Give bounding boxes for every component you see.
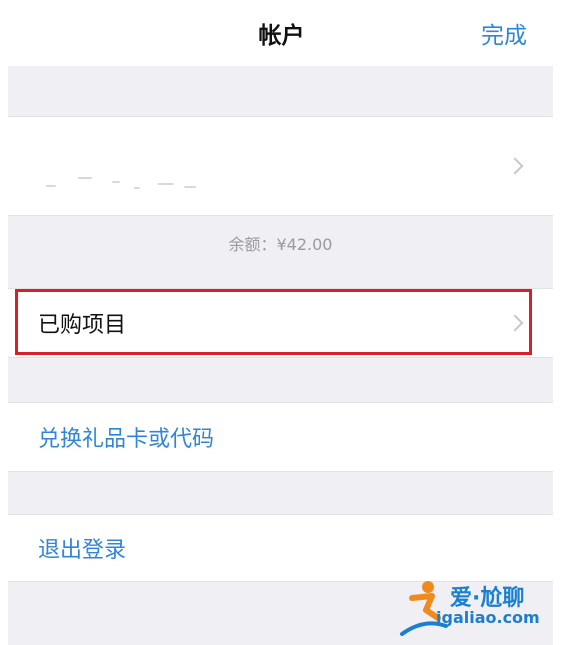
chevron-right-icon xyxy=(506,157,524,175)
section-spacer xyxy=(8,472,553,514)
redeem-gift-card-cell[interactable]: 兑换礼品卡或代码 xyxy=(8,402,553,472)
section-spacer xyxy=(8,66,553,116)
account-id-cell[interactable] xyxy=(8,116,553,216)
done-button[interactable]: 完成 xyxy=(481,16,527,50)
watermark-url: igaliao.com xyxy=(436,608,540,627)
account-balance: 余额：¥42.00 xyxy=(228,235,333,254)
runner-icon xyxy=(400,581,448,636)
highlight-box xyxy=(15,289,532,355)
redeem-gift-card-label: 兑换礼品卡或代码 xyxy=(38,427,215,452)
section-spacer xyxy=(8,358,553,402)
page-title: 帐户 xyxy=(258,23,305,49)
navigation-bar: 帐户 完成 xyxy=(0,0,563,66)
sign-out-label: 退出登录 xyxy=(38,538,127,563)
sign-out-cell[interactable]: 退出登录 xyxy=(8,514,553,582)
watermark-logo: 爱·尬聊 igaliao.com xyxy=(398,578,558,638)
